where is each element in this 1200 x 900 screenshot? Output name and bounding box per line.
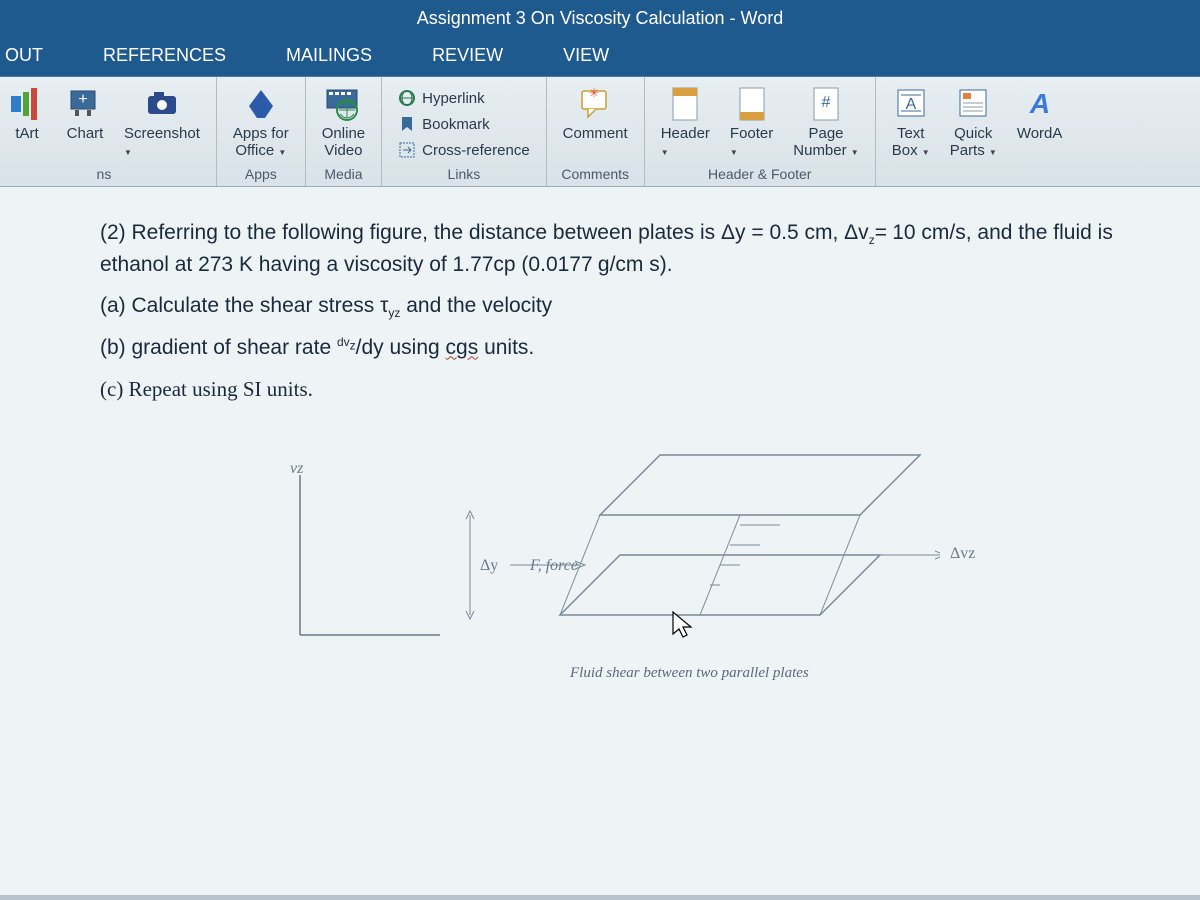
wordart-button[interactable]: A WordA bbox=[1013, 83, 1067, 144]
svg-text:A: A bbox=[905, 96, 916, 113]
group-links: Hyperlink Bookmark Cross-reference Links bbox=[382, 77, 547, 186]
fig-label-force: F, force bbox=[530, 557, 578, 575]
tab-view[interactable]: VIEW bbox=[553, 37, 619, 76]
group-illustrations: tArt + Chart Screenshot ▼ ns bbox=[0, 77, 217, 186]
svg-text:+: + bbox=[78, 91, 87, 108]
paragraph-a: (a) Calculate the shear stress τyz and t… bbox=[40, 290, 1160, 322]
figure-svg bbox=[240, 445, 940, 675]
bookmark-button[interactable]: Bookmark bbox=[394, 113, 534, 135]
hyperlink-icon bbox=[398, 89, 416, 107]
window-title: Assignment 3 On Viscosity Calculation - … bbox=[417, 8, 784, 28]
quick-parts-icon bbox=[954, 85, 992, 123]
ribbon: tArt + Chart Screenshot ▼ ns bbox=[0, 77, 1200, 187]
comment-icon: ✳ bbox=[576, 85, 614, 123]
screenshot-button[interactable]: Screenshot ▼ bbox=[120, 83, 204, 161]
smartart-button[interactable]: tArt bbox=[4, 83, 50, 144]
online-video-icon bbox=[324, 85, 362, 123]
figure-shear-plates: vz Δy F, force Δvz Fluid shear between t… bbox=[40, 445, 1160, 705]
footer-button[interactable]: Footer▼ bbox=[726, 83, 777, 161]
smartart-label: tArt bbox=[15, 125, 38, 142]
hyperlink-button[interactable]: Hyperlink bbox=[394, 87, 534, 109]
screenshot-icon bbox=[143, 85, 181, 123]
fig-label-dvz: Δvz bbox=[950, 545, 975, 563]
quick-parts-button[interactable]: QuickParts ▼ bbox=[946, 83, 1001, 162]
group-media: OnlineVideo Media bbox=[306, 77, 382, 186]
group-label-links: Links bbox=[394, 166, 534, 182]
group-text: A TextBox ▼ QuickParts ▼ A WordA bbox=[876, 77, 1079, 186]
cross-reference-icon bbox=[398, 141, 416, 159]
wordart-icon: A bbox=[1021, 85, 1059, 123]
chevron-down-icon: ▼ bbox=[124, 148, 132, 157]
chevron-down-icon: ▼ bbox=[851, 148, 859, 157]
group-comments: ✳ Comment Comments bbox=[547, 77, 645, 186]
smartart-icon bbox=[8, 85, 46, 123]
tab-review[interactable]: REVIEW bbox=[422, 37, 513, 76]
bookmark-icon bbox=[398, 115, 416, 133]
svg-text:#: # bbox=[822, 94, 831, 111]
document-body[interactable]: (2) Referring to the following figure, t… bbox=[0, 187, 1200, 895]
group-header-footer: Header▼ Footer▼ # PageNumber ▼ Header & … bbox=[645, 77, 876, 186]
group-apps: Apps forOffice ▼ Apps bbox=[217, 77, 306, 186]
chevron-down-icon: ▼ bbox=[661, 148, 669, 157]
chart-label: Chart bbox=[67, 125, 104, 142]
chevron-down-icon: ▼ bbox=[989, 148, 997, 157]
text-box-button[interactable]: A TextBox ▼ bbox=[888, 83, 934, 162]
apps-for-office-button[interactable]: Apps forOffice ▼ bbox=[229, 83, 293, 162]
fig-label-vz: vz bbox=[290, 460, 303, 478]
header-icon bbox=[666, 85, 704, 123]
group-label-comments: Comments bbox=[559, 166, 632, 182]
spell-error-cgs: cgs bbox=[446, 336, 479, 359]
group-label-illustrations: ns bbox=[4, 166, 204, 182]
tab-layout[interactable]: OUT bbox=[0, 37, 53, 76]
svg-text:A: A bbox=[1028, 88, 1049, 119]
svg-text:✳: ✳ bbox=[589, 86, 599, 100]
online-video-button[interactable]: OnlineVideo bbox=[318, 83, 369, 162]
tab-references[interactable]: REFERENCES bbox=[93, 37, 236, 76]
chevron-down-icon: ▼ bbox=[278, 148, 286, 157]
ribbon-tabs: OUT REFERENCES MAILINGS REVIEW VIEW bbox=[0, 37, 1200, 77]
page-number-icon: # bbox=[807, 85, 845, 123]
header-button[interactable]: Header▼ bbox=[657, 83, 714, 161]
chart-icon: + bbox=[66, 85, 104, 123]
fig-label-dy: Δy bbox=[480, 557, 498, 575]
group-label-headerfooter: Header & Footer bbox=[657, 166, 863, 182]
paragraph-q2: (2) Referring to the following figure, t… bbox=[40, 217, 1160, 281]
text-box-icon: A bbox=[892, 85, 930, 123]
title-bar: Assignment 3 On Viscosity Calculation - … bbox=[0, 0, 1200, 37]
paragraph-c: (c) Repeat using SI units. bbox=[40, 374, 1160, 406]
page-number-button[interactable]: # PageNumber ▼ bbox=[789, 83, 862, 162]
group-label-apps: Apps bbox=[229, 166, 293, 182]
comment-button[interactable]: ✳ Comment bbox=[559, 83, 632, 144]
fig-caption: Fluid shear between two parallel plates bbox=[570, 665, 809, 682]
tab-mailings[interactable]: MAILINGS bbox=[276, 37, 382, 76]
cross-reference-button[interactable]: Cross-reference bbox=[394, 139, 534, 161]
group-label-media: Media bbox=[318, 166, 369, 182]
footer-icon bbox=[733, 85, 771, 123]
chart-button[interactable]: + Chart bbox=[62, 83, 108, 144]
chevron-down-icon: ▼ bbox=[730, 148, 738, 157]
paragraph-b: (b) gradient of shear rate dvz/dy using … bbox=[40, 332, 1160, 364]
chevron-down-icon: ▼ bbox=[922, 148, 930, 157]
screenshot-label: Screenshot bbox=[124, 125, 200, 142]
office-apps-icon bbox=[242, 85, 280, 123]
